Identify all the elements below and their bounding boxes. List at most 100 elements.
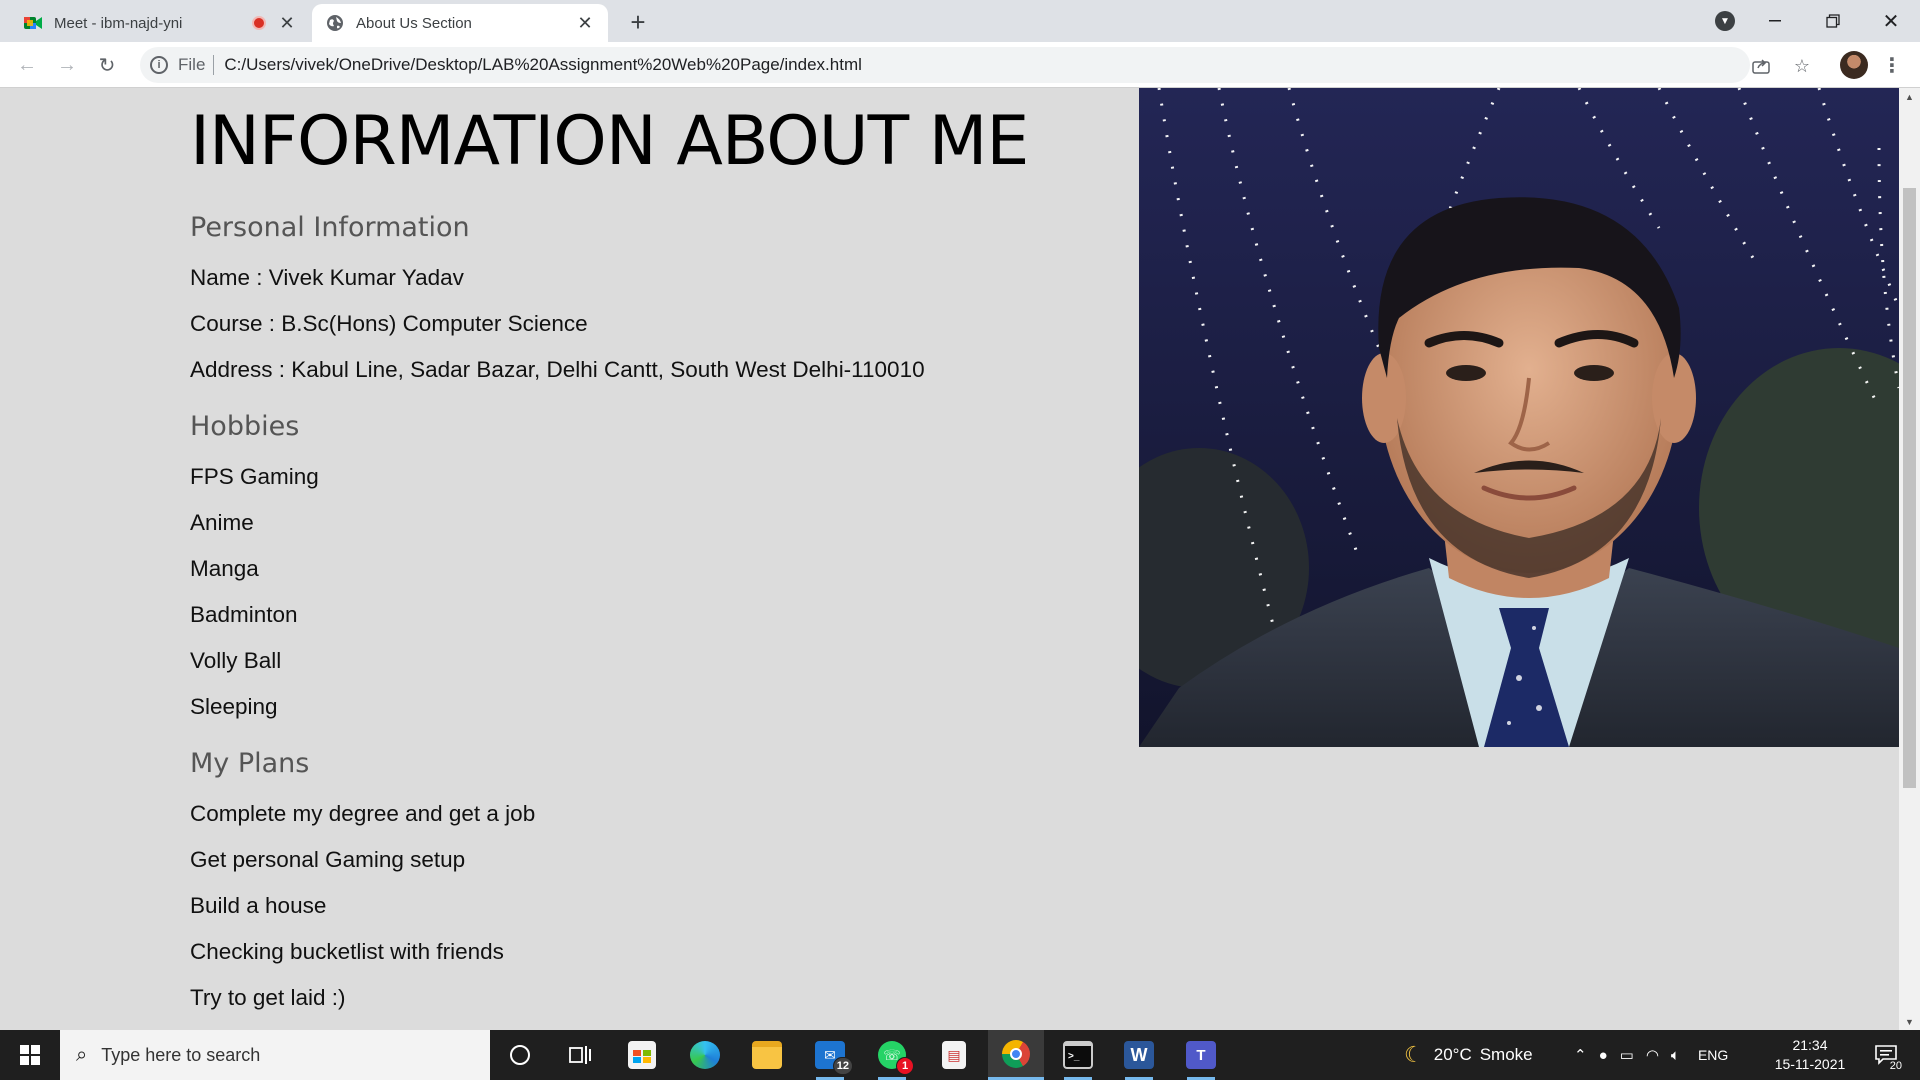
search-icon: ⌕ <box>76 1043 88 1066</box>
terminal-icon: >_ <box>1063 1041 1093 1069</box>
forward-button[interactable]: → <box>52 50 82 80</box>
scrollbar-thumb[interactable] <box>1903 188 1916 788</box>
windows-taskbar: ⌕ Type here to search ✉ 12 ☏ 1 ▤ >_ W T … <box>0 1030 1920 1080</box>
close-tab-icon[interactable]: ✕ <box>576 13 594 34</box>
chrome-icon <box>1002 1039 1030 1068</box>
page-scrollbar[interactable]: ▲ ▼ <box>1899 88 1920 1030</box>
plan-item: Try to get laid :) <box>190 985 346 1010</box>
windows-logo-icon <box>20 1045 40 1065</box>
cortana-icon <box>510 1045 530 1065</box>
taskbar-app-file-explorer[interactable] <box>739 1030 795 1080</box>
menu-kebab-icon[interactable]: ⋮ <box>1882 51 1902 79</box>
close-icon: ✕ <box>1882 10 1900 33</box>
info-line-address: Address : Kabul Line, Sadar Bazar, Delhi… <box>190 357 925 382</box>
task-view-button[interactable] <box>552 1030 608 1080</box>
restore-button[interactable] <box>1810 0 1856 42</box>
plan-item: Checking bucketlist with friends <box>190 939 504 964</box>
taskbar-app-chrome[interactable] <box>988 1030 1044 1080</box>
recording-indicator-icon <box>252 16 266 30</box>
back-button[interactable]: ← <box>12 50 42 80</box>
taskbar-app-whatsapp[interactable]: ☏ 1 <box>864 1030 920 1080</box>
wifi-icon[interactable]: ◠ <box>1646 1046 1659 1064</box>
microphone-icon[interactable]: ● <box>1599 1047 1608 1064</box>
plan-item: Complete my degree and get a job <box>190 801 536 826</box>
browser-toolbar: ← → ↻ i File C:/Users/vivek/OneDrive/Des… <box>0 42 1920 88</box>
whatsapp-badge: 1 <box>896 1057 914 1075</box>
mail-icon: ✉ 12 <box>815 1041 853 1075</box>
battery-icon[interactable]: ▭ <box>1620 1046 1634 1064</box>
chevron-down-icon: ▼ <box>1715 11 1735 31</box>
about-content: INFORMATION ABOUT ME Personal Informatio… <box>190 88 1110 1021</box>
taskbar-app-edge[interactable] <box>677 1030 733 1080</box>
mail-badge: 12 <box>832 1057 853 1075</box>
volume-icon[interactable]: 🔈︎ <box>1671 1047 1680 1064</box>
taskbar-app-word[interactable]: W <box>1111 1030 1167 1080</box>
weather-widget[interactable]: ☾ 20°C Smoke <box>1404 1030 1533 1080</box>
tab-about-us[interactable]: About Us Section ✕ <box>312 4 608 42</box>
cortana-button[interactable] <box>492 1030 548 1080</box>
start-button[interactable] <box>0 1030 60 1080</box>
browser-tab-strip: Meet - ibm-najd-yni ✕ About Us Section ✕… <box>0 0 1920 42</box>
google-meet-icon <box>24 14 42 32</box>
close-window-button[interactable]: ✕ <box>1868 0 1914 42</box>
globe-icon <box>326 14 344 32</box>
info-line-course: Course : B.Sc(Hons) Computer Science <box>190 311 588 336</box>
plan-item: Get personal Gaming setup <box>190 847 466 872</box>
notification-count: 20 <box>1887 1060 1904 1072</box>
reload-button[interactable]: ↻ <box>92 50 122 80</box>
task-view-icon <box>569 1046 591 1064</box>
info-line-name: Name : Vivek Kumar Yadav <box>190 265 464 290</box>
address-bar[interactable]: i File C:/Users/vivek/OneDrive/Desktop/L… <box>140 47 1750 83</box>
hobby-item: Badminton <box>190 602 298 627</box>
close-tab-icon[interactable]: ✕ <box>278 13 296 34</box>
profile-avatar[interactable] <box>1840 51 1868 79</box>
taskbar-app-terminal[interactable]: >_ <box>1050 1030 1106 1080</box>
restore-icon <box>1826 14 1840 28</box>
chevron-up-icon[interactable]: ⌃ <box>1574 1046 1587 1064</box>
arrow-left-icon: ← <box>17 53 37 76</box>
hobby-item: Volly Ball <box>190 648 282 673</box>
tab-meet[interactable]: Meet - ibm-najd-yni ✕ <box>10 4 310 42</box>
scroll-up-icon[interactable]: ▲ <box>1899 88 1920 105</box>
section-heading-hobbies: Hobbies <box>190 411 300 442</box>
notifications-button[interactable]: 20 <box>1866 1038 1906 1072</box>
language-indicator[interactable]: ENG <box>1698 1047 1728 1063</box>
moon-weather-icon: ☾ <box>1404 1042 1424 1067</box>
taskbar-app-store[interactable] <box>614 1030 670 1080</box>
section-heading-personal-information: Personal Information <box>190 212 470 243</box>
scroll-down-icon[interactable]: ▼ <box>1899 1013 1920 1030</box>
new-tab-button[interactable]: + <box>622 6 654 38</box>
system-clock[interactable]: 21:34 15-11-2021 <box>1760 1036 1860 1074</box>
taskbar-app-pdf-editor[interactable]: ▤ <box>926 1030 982 1080</box>
minimize-icon <box>1769 20 1781 22</box>
teams-icon: T <box>1186 1041 1216 1069</box>
minimize-button[interactable] <box>1752 0 1798 42</box>
info-icon[interactable]: i <box>150 56 168 74</box>
section-heading-my-plans: My Plans <box>190 748 310 779</box>
system-tray: ⌃ ● ▭ ◠ 🔈︎ ENG <box>1568 1030 1728 1080</box>
hobby-item: Sleeping <box>190 694 278 719</box>
edge-icon <box>690 1041 720 1069</box>
whatsapp-icon: ☏ 1 <box>878 1041 914 1075</box>
hobby-item: Manga <box>190 556 259 581</box>
profile-photo <box>1139 88 1899 747</box>
url-text[interactable]: C:/Users/vivek/OneDrive/Desktop/LAB%20As… <box>224 55 861 75</box>
hobby-item: FPS Gaming <box>190 464 319 489</box>
search-placeholder: Type here to search <box>101 1044 261 1065</box>
arrow-right-icon: → <box>57 53 77 76</box>
microsoft-store-icon <box>628 1041 656 1069</box>
taskbar-search-box[interactable]: ⌕ Type here to search <box>60 1030 490 1080</box>
tab-title: Meet - ibm-najd-yni <box>54 14 183 32</box>
clock-time: 21:34 <box>1792 1037 1828 1053</box>
taskbar-app-mail[interactable]: ✉ 12 <box>802 1030 858 1080</box>
bookmark-star-icon[interactable]: ☆ <box>1791 56 1813 76</box>
clock-date: 15-11-2021 <box>1774 1056 1846 1072</box>
pdf-document-icon: ▤ <box>942 1041 966 1069</box>
share-icon[interactable] <box>1750 56 1772 76</box>
word-icon: W <box>1124 1041 1154 1069</box>
url-scheme-label: File <box>178 55 215 75</box>
page-title: INFORMATION ABOUT ME <box>190 102 1029 181</box>
page-viewport: INFORMATION ABOUT ME Personal Informatio… <box>0 88 1899 1030</box>
taskbar-app-teams[interactable]: T <box>1173 1030 1229 1080</box>
tab-search-button[interactable]: ▼ <box>1708 0 1742 42</box>
